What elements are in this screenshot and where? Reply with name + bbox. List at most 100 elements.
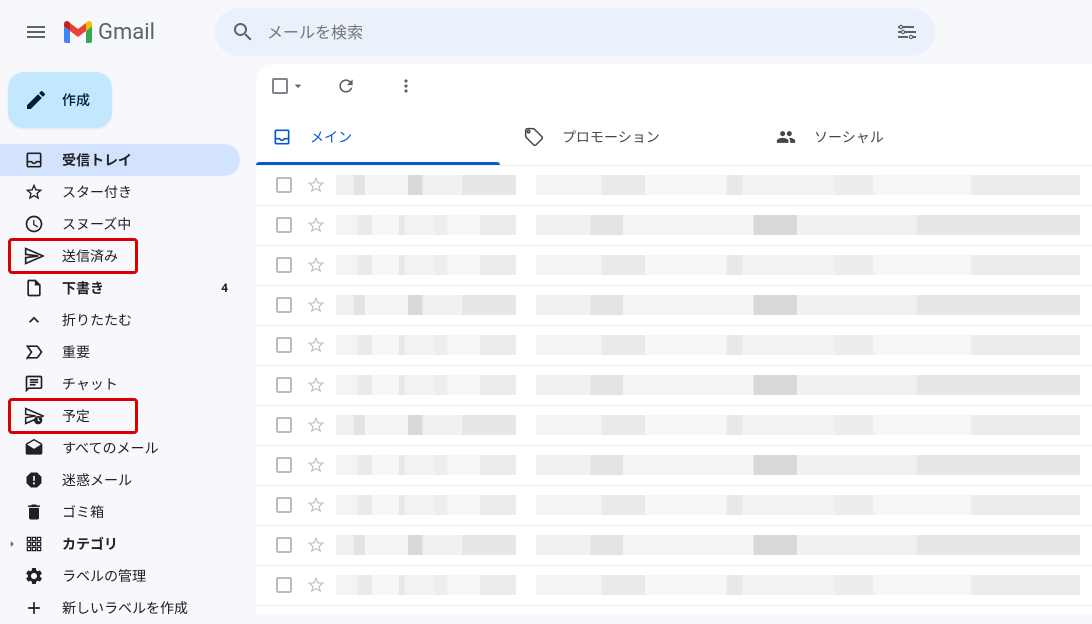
sidebar-item-important[interactable]: 重要 (0, 336, 240, 368)
file-icon (24, 278, 44, 298)
search-input[interactable] (263, 23, 887, 42)
star-outline-icon (306, 215, 326, 235)
refresh-icon (336, 76, 356, 96)
checkbox-icon (276, 337, 292, 353)
row-checkbox[interactable] (268, 457, 300, 473)
mail-row[interactable] (256, 366, 1092, 406)
row-star[interactable] (300, 295, 332, 315)
allmail-icon (24, 438, 44, 458)
search-options-button[interactable] (887, 12, 927, 52)
more-button[interactable] (386, 66, 426, 106)
compose-button[interactable]: 作成 (8, 72, 112, 128)
header: Gmail (0, 0, 1092, 64)
mail-body-redacted (536, 295, 1080, 315)
main-menu-button[interactable] (12, 8, 60, 56)
main: 作成 受信トレイスター付きスヌーズ中送信済み下書き 4 折りたたむ重要チャット予定す… (0, 64, 1092, 614)
sidebar-item-starred[interactable]: スター付き (0, 176, 240, 208)
caret-right-icon (4, 537, 20, 551)
checkbox-icon (276, 417, 292, 433)
mail-row[interactable] (256, 486, 1092, 526)
select-all[interactable] (272, 78, 306, 94)
tab-primary[interactable]: メイン (256, 109, 508, 165)
sidebar-item-scheduled[interactable]: 予定 (0, 400, 240, 432)
row-star[interactable] (300, 175, 332, 195)
mail-row[interactable] (256, 246, 1092, 286)
row-star[interactable] (300, 535, 332, 555)
row-checkbox[interactable] (268, 297, 300, 313)
mail-row[interactable] (256, 566, 1092, 606)
mail-body-redacted (536, 335, 1080, 355)
inbox-icon (24, 150, 44, 170)
row-checkbox[interactable] (268, 377, 300, 393)
logo[interactable]: Gmail (64, 20, 155, 45)
row-checkbox[interactable] (268, 577, 300, 593)
sidebar-item-categories[interactable]: カテゴリ (0, 528, 240, 560)
row-checkbox[interactable] (268, 337, 300, 353)
sidebar-item-label: 下書き (62, 278, 104, 298)
row-star[interactable] (300, 255, 332, 275)
sidebar-item-snoozed[interactable]: スヌーズ中 (0, 208, 240, 240)
sidebar-item-label: 予定 (62, 406, 90, 426)
mail-row[interactable] (256, 206, 1092, 246)
checkbox-icon (276, 257, 292, 273)
row-checkbox[interactable] (268, 537, 300, 553)
mail-row[interactable] (256, 606, 1092, 614)
row-star[interactable] (300, 215, 332, 235)
sidebar-item-label: ゴミ箱 (62, 502, 104, 522)
sidebar-item-drafts[interactable]: 下書き 4 (0, 272, 240, 304)
gmail-logo-icon (64, 21, 92, 43)
row-checkbox[interactable] (268, 497, 300, 513)
checkbox-icon (276, 297, 292, 313)
row-checkbox[interactable] (268, 217, 300, 233)
star-outline-icon (306, 255, 326, 275)
search-icon (231, 20, 255, 44)
sidebar-item-label: 受信トレイ (62, 150, 132, 170)
row-star[interactable] (300, 375, 332, 395)
row-star[interactable] (300, 575, 332, 595)
checkbox-icon (276, 537, 292, 553)
search-bar (215, 8, 935, 56)
mail-row[interactable] (256, 446, 1092, 486)
mail-sender-redacted (336, 535, 516, 555)
row-checkbox[interactable] (268, 417, 300, 433)
row-star[interactable] (300, 455, 332, 475)
sidebar-item-sent[interactable]: 送信済み (0, 240, 240, 272)
tab-promotions[interactable]: プロモーション (508, 109, 760, 165)
sidebar-item-newlabel[interactable]: 新しいラベルを作成 (0, 592, 240, 624)
mail-row[interactable] (256, 526, 1092, 566)
tab-label: ソーシャル (814, 127, 884, 147)
star-outline-icon (306, 175, 326, 195)
search-button[interactable] (223, 12, 263, 52)
sidebar-item-inbox[interactable]: 受信トレイ (0, 144, 240, 176)
tab-label: メイン (310, 127, 352, 147)
more-vert-icon (396, 76, 416, 96)
spam-icon (24, 470, 44, 490)
sidebar-item-collapse[interactable]: 折りたたむ (0, 304, 240, 336)
row-star[interactable] (300, 495, 332, 515)
mail-row[interactable] (256, 166, 1092, 206)
tab-social[interactable]: ソーシャル (760, 109, 1012, 165)
sidebar-item-allmail[interactable]: すべてのメール (0, 432, 240, 464)
mail-row[interactable] (256, 326, 1092, 366)
sidebar-item-trash[interactable]: ゴミ箱 (0, 496, 240, 528)
checkbox-icon (276, 497, 292, 513)
sidebar-item-label: カテゴリ (62, 534, 118, 554)
star-outline-icon (306, 535, 326, 555)
refresh-button[interactable] (326, 66, 366, 106)
sidebar-item-managelabels[interactable]: ラベルの管理 (0, 560, 240, 592)
sidebar-item-count: 4 (221, 281, 228, 295)
sidebar-item-spam[interactable]: 迷惑メール (0, 464, 240, 496)
content: メイン プロモーション ソーシャル (256, 64, 1092, 614)
mail-sender-redacted (336, 335, 516, 355)
sidebar-item-label: 迷惑メール (62, 470, 132, 490)
tag-icon (524, 127, 544, 147)
row-star[interactable] (300, 415, 332, 435)
mail-list (256, 166, 1092, 614)
row-star[interactable] (300, 335, 332, 355)
row-checkbox[interactable] (268, 257, 300, 273)
mail-row[interactable] (256, 406, 1092, 446)
sidebar-item-chats[interactable]: チャット (0, 368, 240, 400)
mail-row[interactable] (256, 286, 1092, 326)
row-checkbox[interactable] (268, 177, 300, 193)
mail-sender-redacted (336, 455, 516, 475)
